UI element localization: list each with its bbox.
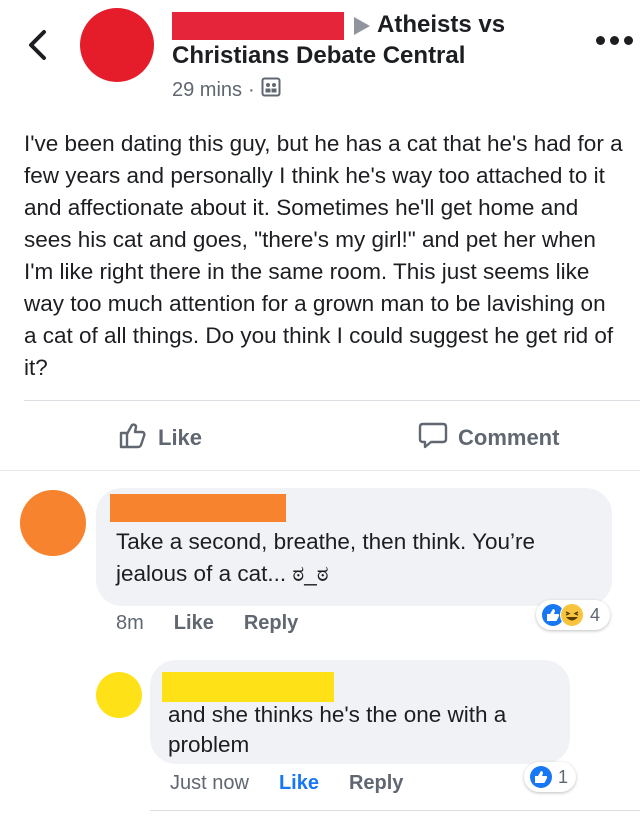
meta-separator: · xyxy=(248,78,255,101)
divider xyxy=(24,400,640,401)
reply-reaction-summary[interactable]: 1 xyxy=(524,762,576,792)
redacted-poster-name xyxy=(172,12,344,40)
reaction-count: 1 xyxy=(558,766,569,787)
comment-icon xyxy=(418,420,448,456)
arrow-right-icon xyxy=(354,17,370,35)
comment-label: Comment xyxy=(458,425,560,450)
back-icon[interactable] xyxy=(24,28,54,62)
reply-text: and she thinks he's the one with a probl… xyxy=(168,702,507,757)
redacted-commenter-name xyxy=(110,494,286,522)
post-text: I've been dating this guy, but he has a … xyxy=(24,131,623,380)
post-time[interactable]: 29 mins xyxy=(172,79,242,102)
comment-like-button[interactable]: Like xyxy=(174,612,214,635)
haha-icon xyxy=(560,603,584,627)
reply-reply-button[interactable]: Reply xyxy=(349,772,403,795)
post-meta: 29 mins · xyxy=(172,77,281,103)
reply-time[interactable]: Just now xyxy=(170,772,249,795)
group-name-continued[interactable]: Christians Debate Central xyxy=(172,42,465,70)
group-audience-icon xyxy=(261,77,281,103)
comment-button[interactable]: Comment xyxy=(418,420,559,456)
commenter-avatar[interactable] xyxy=(20,490,86,556)
divider xyxy=(0,470,640,471)
like-icon xyxy=(530,766,552,788)
like-label: Like xyxy=(158,425,203,450)
reply-meta: Just now Like Reply xyxy=(170,772,403,795)
comment-text: Take a second, breathe, then think. You’… xyxy=(116,529,536,586)
comment-reply-button[interactable]: Reply xyxy=(244,612,298,635)
group-name[interactable]: Atheists vs xyxy=(377,11,505,39)
reaction-count: 4 xyxy=(590,604,601,625)
reaction-summary[interactable]: 4 xyxy=(536,600,610,630)
replier-avatar[interactable] xyxy=(96,672,142,718)
comment-meta: 8m Like Reply xyxy=(116,612,298,635)
thumbs-up-icon xyxy=(118,420,148,456)
redacted-replier-name xyxy=(162,672,334,702)
more-options-icon[interactable] xyxy=(596,36,633,45)
divider xyxy=(150,810,640,811)
like-button[interactable]: Like xyxy=(118,420,202,456)
comment-time[interactable]: 8m xyxy=(116,612,144,635)
reply-like-button[interactable]: Like xyxy=(279,772,319,795)
poster-avatar[interactable] xyxy=(80,8,154,82)
